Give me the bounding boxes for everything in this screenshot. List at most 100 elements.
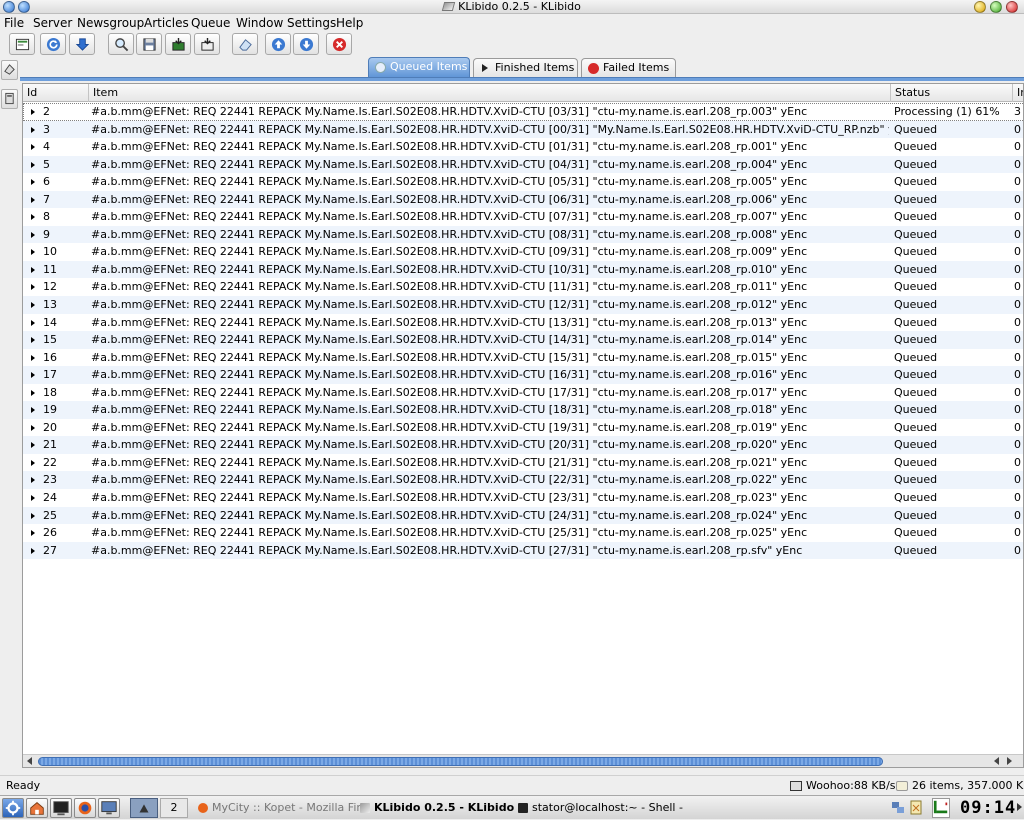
expand-arrow-icon[interactable] bbox=[31, 231, 35, 238]
table-row[interactable]: 13 #a.b.mm@EFNet: REQ 22441 REPACK My.Nam… bbox=[23, 296, 1023, 314]
column-header-extra[interactable]: Ir bbox=[1013, 84, 1023, 102]
clear-button[interactable] bbox=[232, 33, 258, 55]
clock[interactable]: 09:14 bbox=[960, 798, 1015, 818]
queue-group-button[interactable] bbox=[194, 33, 220, 55]
task-mozilla[interactable]: MyCity :: Kopet - Mozilla Fir bbox=[196, 798, 361, 818]
expand-arrow-icon[interactable] bbox=[31, 459, 35, 466]
table-row[interactable]: 8 #a.b.mm@EFNet: REQ 22441 REPACK My.Name… bbox=[23, 208, 1023, 226]
expand-arrow-icon[interactable] bbox=[31, 249, 35, 256]
scroll-left-arrow[interactable] bbox=[27, 757, 32, 765]
tray-cpu-monitor[interactable] bbox=[932, 798, 950, 818]
table-row[interactable]: 5 #a.b.mm@EFNet: REQ 22441 REPACK My.Name… bbox=[23, 155, 1023, 174]
table-row[interactable]: 12 #a.b.mm@EFNet: REQ 22441 REPACK My.Nam… bbox=[23, 278, 1023, 296]
minimize-button[interactable] bbox=[974, 1, 986, 13]
close-button[interactable] bbox=[1006, 1, 1018, 13]
menu-file[interactable]: File bbox=[4, 16, 24, 30]
tray-network-icon[interactable] bbox=[890, 798, 906, 818]
expand-arrow-icon[interactable] bbox=[31, 407, 35, 414]
expand-arrow-icon[interactable] bbox=[31, 196, 35, 203]
scroll-left-arrow-2[interactable] bbox=[994, 757, 999, 765]
taskbar-hide-arrow[interactable] bbox=[1014, 798, 1024, 818]
queue-selected-button[interactable] bbox=[165, 33, 191, 55]
expand-arrow-icon[interactable] bbox=[31, 547, 35, 554]
firefox-button[interactable] bbox=[74, 798, 96, 818]
expand-arrow-icon[interactable] bbox=[31, 477, 35, 484]
expand-arrow-icon[interactable] bbox=[31, 319, 35, 326]
expand-arrow-icon[interactable] bbox=[31, 512, 35, 519]
table-row[interactable]: 9 #a.b.mm@EFNet: REQ 22441 REPACK My.Name… bbox=[23, 225, 1023, 244]
expand-arrow-icon[interactable] bbox=[31, 109, 35, 115]
table-row[interactable]: 17 #a.b.mm@EFNet: REQ 22441 REPACK My.Nam… bbox=[23, 366, 1023, 384]
expand-arrow-icon[interactable] bbox=[31, 337, 35, 344]
pager-desktop-1[interactable] bbox=[130, 798, 158, 818]
table-row[interactable]: 15 #a.b.mm@EFNet: REQ 22441 REPACK My.Nam… bbox=[23, 331, 1023, 349]
menu-server[interactable]: Server bbox=[33, 16, 72, 30]
menu-window[interactable]: Window bbox=[236, 16, 283, 30]
expand-arrow-icon[interactable] bbox=[31, 389, 35, 396]
table-row[interactable]: 20 #a.b.mm@EFNet: REQ 22441 REPACK My.Nam… bbox=[23, 419, 1023, 437]
expand-arrow-icon[interactable] bbox=[31, 144, 35, 151]
table-row[interactable]: 25 #a.b.mm@EFNet: REQ 22441 REPACK My.Nam… bbox=[23, 506, 1023, 525]
tab-failed-items[interactable]: Failed Items bbox=[581, 58, 676, 78]
tray-clipboard-icon[interactable] bbox=[908, 798, 924, 818]
table-row[interactable]: 4 #a.b.mm@EFNet: REQ 22441 REPACK My.Name… bbox=[23, 138, 1023, 156]
tab-finished-items[interactable]: Finished Items bbox=[473, 58, 578, 78]
table-row[interactable]: 2 #a.b.mm@EFNet: REQ 22441 REPACK My.Name… bbox=[23, 103, 1023, 121]
expand-arrow-icon[interactable] bbox=[31, 214, 35, 221]
new-server-button[interactable] bbox=[9, 33, 35, 55]
table-row[interactable]: 18 #a.b.mm@EFNet: REQ 22441 REPACK My.Nam… bbox=[23, 384, 1023, 402]
expand-arrow-icon[interactable] bbox=[31, 284, 35, 291]
task-klibido[interactable]: KLibido 0.2.5 - KLibido bbox=[358, 798, 514, 818]
column-header-status[interactable]: Status bbox=[891, 84, 1013, 102]
pager-desktop-2[interactable]: 2 bbox=[160, 798, 188, 818]
move-down-button[interactable] bbox=[293, 33, 319, 55]
expand-arrow-icon[interactable] bbox=[31, 495, 35, 502]
side-servers-button[interactable] bbox=[1, 89, 18, 109]
table-row[interactable]: 27 #a.b.mm@EFNet: REQ 22441 REPACK My.Nam… bbox=[23, 541, 1023, 560]
horizontal-scrollbar[interactable] bbox=[23, 754, 1023, 767]
table-row[interactable]: 21 #a.b.mm@EFNet: REQ 22441 REPACK My.Nam… bbox=[23, 436, 1023, 454]
move-up-button[interactable] bbox=[265, 33, 291, 55]
table-row[interactable]: 24 #a.b.mm@EFNet: REQ 22441 REPACK My.Nam… bbox=[23, 489, 1023, 507]
table-row[interactable]: 19 #a.b.mm@EFNet: REQ 22441 REPACK My.Nam… bbox=[23, 401, 1023, 419]
cancel-button[interactable] bbox=[326, 33, 352, 55]
home-button[interactable] bbox=[26, 798, 48, 818]
table-row[interactable]: 3 #a.b.mm@EFNet: REQ 22441 REPACK My.Name… bbox=[23, 120, 1023, 139]
table-row[interactable]: 14 #a.b.mm@EFNet: REQ 22441 REPACK My.Nam… bbox=[23, 314, 1023, 332]
task-shell[interactable]: stator@localhost:~ - Shell - bbox=[516, 798, 683, 818]
expand-arrow-icon[interactable] bbox=[31, 530, 35, 537]
side-newsgroups-button[interactable] bbox=[1, 60, 18, 80]
expand-arrow-icon[interactable] bbox=[31, 179, 35, 186]
expand-arrow-icon[interactable] bbox=[31, 161, 35, 168]
expand-arrow-icon[interactable] bbox=[31, 126, 35, 133]
table-row[interactable]: 23 #a.b.mm@EFNet: REQ 22441 REPACK My.Nam… bbox=[23, 471, 1023, 490]
column-header-id[interactable]: Id bbox=[23, 84, 89, 102]
expand-arrow-icon[interactable] bbox=[31, 266, 35, 273]
table-row[interactable]: 6 #a.b.mm@EFNet: REQ 22441 REPACK My.Name… bbox=[23, 173, 1023, 191]
table-row[interactable]: 7 #a.b.mm@EFNet: REQ 22441 REPACK My.Name… bbox=[23, 190, 1023, 209]
table-row[interactable]: 22 #a.b.mm@EFNet: REQ 22441 REPACK My.Nam… bbox=[23, 454, 1023, 472]
scroll-right-arrow[interactable] bbox=[1007, 757, 1012, 765]
expand-arrow-icon[interactable] bbox=[31, 442, 35, 449]
menu-articles[interactable]: Articles bbox=[144, 16, 189, 30]
queued-items-list[interactable]: Id Item Status Ir 2 #a.b.mm@EFNet: REQ 22… bbox=[22, 83, 1024, 768]
menu-help[interactable]: Help bbox=[336, 16, 363, 30]
desktop-button[interactable] bbox=[98, 798, 120, 818]
menu-newsgroup[interactable]: Newsgroup bbox=[77, 16, 144, 30]
table-row[interactable]: 10 #a.b.mm@EFNet: REQ 22441 REPACK My.Nam… bbox=[23, 243, 1023, 261]
menu-settings[interactable]: Settings bbox=[287, 16, 336, 30]
download-button[interactable] bbox=[69, 33, 95, 55]
expand-arrow-icon[interactable] bbox=[31, 424, 35, 431]
column-header-item[interactable]: Item bbox=[89, 84, 891, 102]
title-bar[interactable]: KLibido 0.2.5 - KLibido bbox=[0, 0, 1024, 14]
refresh-button[interactable] bbox=[40, 33, 66, 55]
menu-queue[interactable]: Queue bbox=[191, 16, 230, 30]
save-button[interactable] bbox=[136, 33, 162, 55]
terminal-button[interactable] bbox=[50, 798, 72, 818]
search-button[interactable] bbox=[108, 33, 134, 55]
kde-menu-button[interactable] bbox=[2, 798, 24, 818]
tab-queued-items[interactable]: Queued Items bbox=[368, 57, 470, 78]
expand-arrow-icon[interactable] bbox=[31, 354, 35, 361]
scrollbar-thumb[interactable] bbox=[38, 757, 883, 766]
table-row[interactable]: 11 #a.b.mm@EFNet: REQ 22441 REPACK My.Nam… bbox=[23, 260, 1023, 279]
